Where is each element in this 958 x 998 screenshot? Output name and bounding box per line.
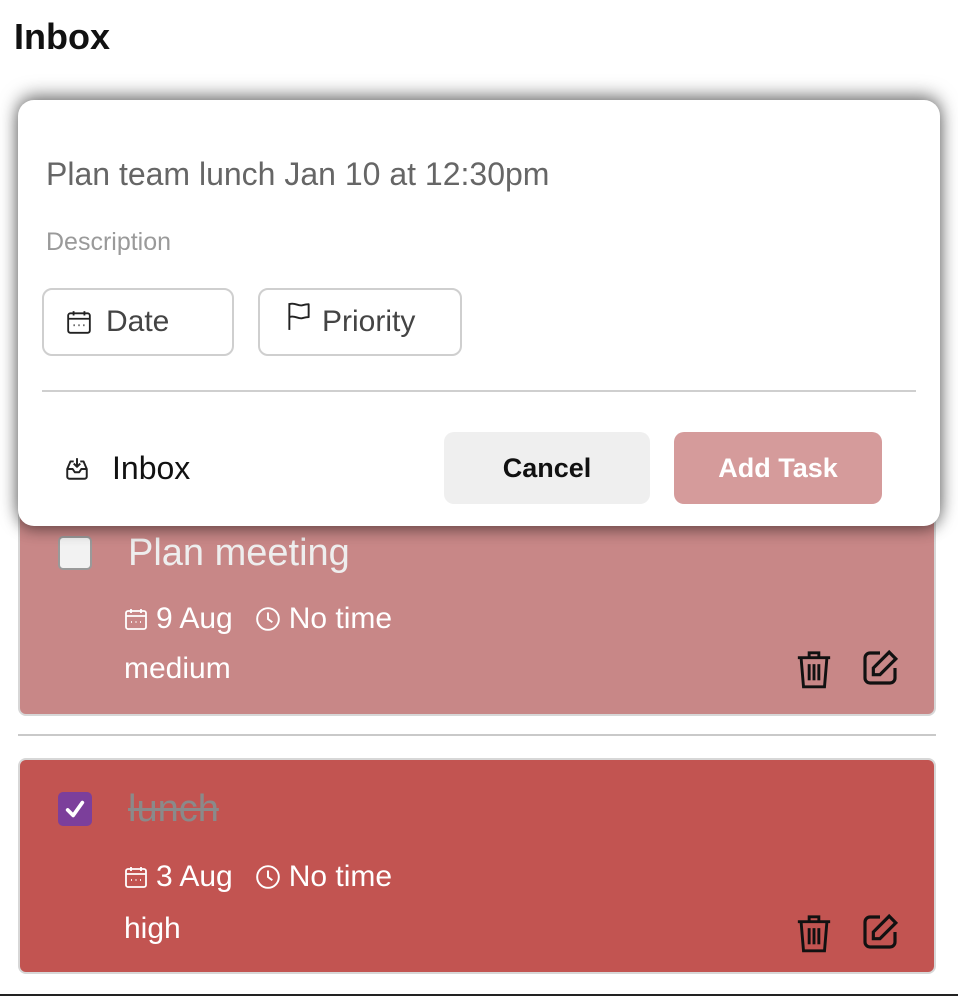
clock-icon [255, 864, 281, 890]
calendar-icon [66, 309, 92, 335]
date-chip-button[interactable]: Date [42, 288, 234, 356]
task-card: lunch 3 Aug No time high [18, 758, 936, 974]
task-time: No time [288, 860, 393, 893]
page-bottom-border [0, 994, 958, 996]
calendar-icon [124, 865, 148, 889]
task-title: Plan meeting [128, 532, 350, 574]
clock-icon [255, 606, 281, 632]
cancel-button[interactable]: Cancel [444, 432, 650, 504]
priority-chip-button[interactable]: Priority [258, 288, 462, 356]
task-checkbox[interactable] [58, 536, 92, 570]
task-actions [794, 648, 900, 695]
task-priority: medium [124, 652, 231, 685]
task-priority: high [124, 912, 181, 945]
task-checkbox-checked[interactable] [58, 792, 92, 826]
calendar-icon [124, 607, 148, 631]
check-icon [65, 800, 85, 818]
add-task-form: Date Priority Inbox Cancel Add Task [18, 100, 940, 526]
project-label: Inbox [112, 450, 191, 486]
task-date: 3 Aug [156, 860, 233, 893]
edit-icon[interactable] [860, 912, 900, 959]
edit-icon[interactable] [860, 648, 900, 695]
task-time: No time [288, 602, 393, 635]
trash-icon[interactable] [794, 912, 834, 959]
description-input[interactable] [46, 228, 906, 257]
task-title: lunch [128, 788, 219, 830]
flag-icon [286, 301, 312, 331]
task-meta: 9 Aug No time [124, 602, 392, 636]
date-chip-label: Date [106, 305, 170, 338]
task-date: 9 Aug [156, 602, 233, 635]
task-name-input[interactable] [46, 156, 906, 193]
priority-chip-label: Priority [322, 305, 416, 338]
task-actions [794, 912, 900, 959]
page-title: Inbox [14, 16, 110, 57]
inbox-icon [64, 456, 90, 482]
trash-icon[interactable] [794, 648, 834, 695]
task-meta: 3 Aug No time [124, 860, 392, 894]
form-divider [42, 390, 916, 392]
project-selector[interactable]: Inbox [64, 450, 190, 487]
task-divider [18, 734, 936, 736]
add-task-button[interactable]: Add Task [674, 432, 882, 504]
